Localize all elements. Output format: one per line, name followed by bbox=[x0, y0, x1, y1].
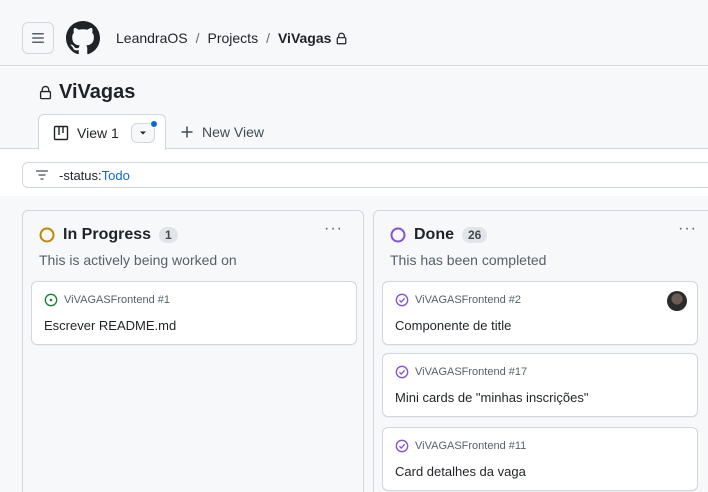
filter-input[interactable]: -status:Todo bbox=[22, 162, 708, 188]
breadcrumb-separator: / bbox=[266, 30, 270, 46]
card-reference-text: ViVAGASFrontend #11 bbox=[415, 440, 527, 452]
app-header: LeandraOS / Projects / ViVagas bbox=[0, 0, 708, 66]
column-count: 26 bbox=[462, 227, 488, 243]
unsaved-changes-indicator bbox=[149, 119, 158, 128]
project-title: ViVagas bbox=[38, 81, 135, 104]
column-header: Done 26 bbox=[390, 226, 488, 244]
filter-icon bbox=[36, 170, 48, 180]
project-title-text: ViVagas bbox=[59, 81, 136, 103]
menu-button[interactable] bbox=[22, 22, 54, 54]
plus-icon bbox=[181, 126, 193, 138]
kebab-horizontal-icon[interactable]: ··· bbox=[324, 221, 343, 237]
card-title[interactable]: Componente de title bbox=[395, 318, 511, 333]
filter-key: -status: bbox=[59, 167, 102, 183]
card-item[interactable]: ViVAGASFrontend #17 Mini cards de "minha… bbox=[382, 353, 698, 417]
breadcrumb-separator: / bbox=[195, 30, 200, 46]
card-item[interactable]: ViVAGASFrontend #1 Escrever README.md bbox=[31, 281, 357, 345]
card-title[interactable]: Card detalhes da vaga bbox=[395, 464, 526, 479]
card-reference: ViVAGASFrontend #1 bbox=[44, 293, 170, 307]
filter-value: Todo bbox=[101, 167, 130, 183]
status-done-icon bbox=[390, 227, 406, 243]
card-reference: ViVAGASFrontend #11 bbox=[395, 439, 526, 453]
card-title[interactable]: Mini cards de "minhas inscrições" bbox=[395, 390, 588, 405]
breadcrumb: LeandraOS / Projects / ViVagas bbox=[116, 30, 348, 46]
column-title: In Progress bbox=[63, 226, 152, 243]
card-item[interactable]: ViVAGASFrontend #11 Card detalhes da vag… bbox=[382, 427, 698, 491]
breadcrumb-current-project[interactable]: ViVagas bbox=[278, 30, 348, 46]
card-reference: ViVAGASFrontend #17 bbox=[395, 365, 527, 379]
hamburger-icon bbox=[32, 33, 44, 43]
status-in-progress-icon bbox=[39, 227, 55, 243]
breadcrumb-owner[interactable]: LeandraOS bbox=[116, 30, 188, 46]
issue-closed-icon bbox=[395, 293, 409, 307]
view-options-dropdown[interactable] bbox=[130, 119, 158, 143]
card-reference: ViVAGASFrontend #2 bbox=[395, 293, 521, 307]
triangle-down-icon bbox=[139, 131, 146, 134]
breadcrumb-projects[interactable]: Projects bbox=[208, 30, 259, 46]
breadcrumb-current-label: ViVagas bbox=[277, 30, 332, 46]
column-title: Done bbox=[414, 226, 454, 243]
issue-open-icon bbox=[44, 293, 58, 307]
card-item[interactable]: ViVAGASFrontend #2 Componente de title bbox=[382, 281, 698, 345]
issue-closed-icon bbox=[395, 365, 409, 379]
column-description: This has been completed bbox=[390, 252, 547, 268]
github-mark-icon[interactable] bbox=[66, 21, 100, 55]
avatar[interactable] bbox=[667, 291, 687, 311]
filter-query: -status:Todo bbox=[59, 168, 130, 183]
card-reference-text: ViVAGASFrontend #1 bbox=[64, 294, 170, 306]
lock-icon bbox=[39, 85, 52, 100]
card-reference-text: ViVAGASFrontend #17 bbox=[415, 366, 528, 378]
column-done: Done 26 ··· This has been completed ViVA… bbox=[373, 210, 708, 492]
kebab-horizontal-icon[interactable]: ··· bbox=[678, 221, 697, 237]
project-header: ViVagas View 1 New View bbox=[0, 67, 708, 150]
tab-view-1[interactable]: View 1 bbox=[38, 114, 166, 150]
card-title[interactable]: Escrever README.md bbox=[44, 318, 176, 333]
column-in-progress: In Progress 1 ··· This is actively being… bbox=[22, 210, 364, 492]
issue-closed-icon bbox=[395, 439, 409, 453]
new-view-button[interactable]: New View bbox=[180, 124, 264, 140]
board-view-icon bbox=[53, 125, 69, 140]
tab-view-1-label: View 1 bbox=[77, 124, 119, 141]
column-count: 1 bbox=[159, 227, 178, 243]
column-description: This is actively being worked on bbox=[39, 252, 237, 268]
column-header: In Progress 1 bbox=[39, 226, 178, 244]
new-view-label: New View bbox=[202, 124, 264, 140]
card-reference-text: ViVAGASFrontend #2 bbox=[415, 294, 521, 306]
lock-icon bbox=[337, 32, 347, 44]
